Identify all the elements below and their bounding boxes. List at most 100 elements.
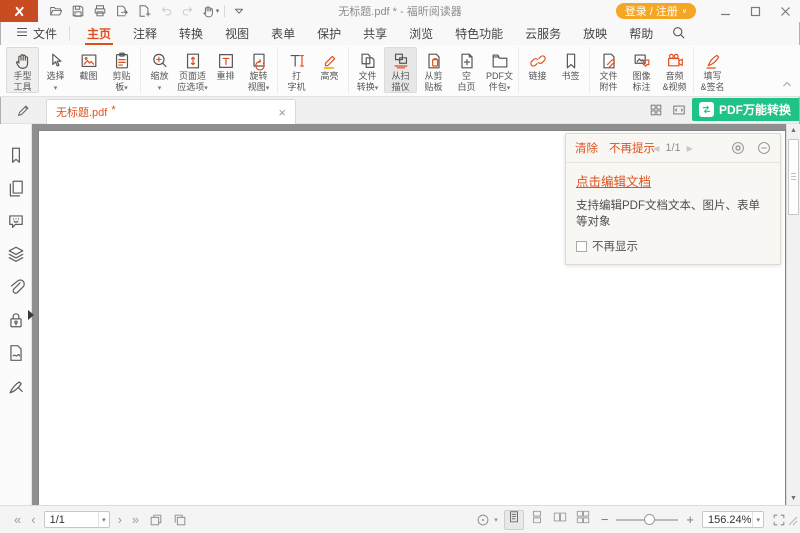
- ribbon-blank-page-button[interactable]: 空 白页: [450, 47, 483, 93]
- export-icon[interactable]: [112, 2, 132, 20]
- tab-close-icon[interactable]: ×: [278, 106, 286, 119]
- scroll-up-icon[interactable]: ▲: [787, 127, 800, 134]
- dont-show-checkbox[interactable]: 不再显示: [576, 238, 770, 254]
- ribbon-reflow-button[interactable]: 重排: [209, 47, 242, 93]
- ribbon-from-clipboard-button[interactable]: 从剪 贴板: [417, 47, 450, 93]
- collapse-ribbon-button[interactable]: [782, 75, 792, 93]
- ribbon-page-fit-button[interactable]: 页面适 应选项▾: [176, 47, 209, 93]
- app-logo-icon[interactable]: [0, 0, 38, 22]
- save-icon[interactable]: [68, 2, 88, 20]
- menu-tab-共享[interactable]: 共享: [352, 22, 398, 45]
- menu-tab-保护[interactable]: 保护: [306, 22, 352, 45]
- ribbon-pdf-package-button[interactable]: PDF文 件包▾: [483, 47, 516, 93]
- ribbon-typewriter-button[interactable]: 打 字机: [280, 47, 313, 93]
- menu-tab-转换[interactable]: 转换: [168, 22, 214, 45]
- ribbon-audio-video-button[interactable]: 音频 &视频: [658, 47, 691, 93]
- menu-tab-放映[interactable]: 放映: [572, 22, 618, 45]
- menu-tab-特色功能[interactable]: 特色功能: [444, 22, 514, 45]
- prev-page-button[interactable]: ‹: [29, 513, 37, 526]
- login-register-button[interactable]: 登录 / 注册 ∨: [616, 3, 696, 19]
- chevron-down-icon[interactable]: ▾: [752, 512, 763, 527]
- last-page-button[interactable]: »: [130, 513, 141, 526]
- ribbon-fill-sign-button[interactable]: 填写 &签名: [696, 47, 729, 93]
- chevron-down-icon[interactable]: ▾: [494, 516, 498, 524]
- scroll-mode-icon[interactable]: [474, 511, 492, 529]
- document-area[interactable]: 清除 不再提示 ◀ 1/1 ▶: [32, 124, 800, 505]
- scrollbar-thumb[interactable]: [788, 139, 799, 215]
- checkbox-icon[interactable]: [576, 241, 587, 252]
- ribbon-attachment-button[interactable]: 文件 附件: [592, 47, 625, 93]
- menu-tab-表单[interactable]: 表单: [260, 22, 306, 45]
- zoom-slider[interactable]: [616, 512, 678, 528]
- menu-tab-视图[interactable]: 视图: [214, 22, 260, 45]
- next-page-button[interactable]: ›: [116, 513, 124, 526]
- minimize-button[interactable]: [710, 0, 740, 22]
- chevron-down-icon[interactable]: ▾: [98, 512, 109, 527]
- ribbon-hand-button[interactable]: 手型 工具: [6, 47, 39, 93]
- menu-tab-注释[interactable]: 注释: [122, 22, 168, 45]
- continuous-facing-button[interactable]: [573, 510, 593, 530]
- ribbon-image-annotation-button[interactable]: 图像 标注: [625, 47, 658, 93]
- minimize-tip-icon[interactable]: [757, 141, 771, 155]
- multi-tab-grid-icon[interactable]: [646, 97, 666, 123]
- sidebar-expand-handle[interactable]: [28, 310, 34, 320]
- clear-button[interactable]: 清除: [575, 140, 598, 156]
- sidebar-layers-button[interactable]: [7, 245, 25, 263]
- vertical-scrollbar[interactable]: ▲ ▼: [786, 124, 800, 505]
- ribbon-highlight-button[interactable]: 高亮: [313, 47, 346, 93]
- zoom-in-button[interactable]: +: [684, 512, 696, 527]
- zoom-slider-handle[interactable]: [644, 514, 655, 525]
- ribbon-scanner-button[interactable]: 从扫 描仪: [384, 47, 417, 93]
- menu-tab-云服务[interactable]: 云服务: [514, 22, 572, 45]
- next-view-icon[interactable]: [171, 511, 189, 529]
- ribbon-clipboard-button[interactable]: 剪贴 板▾: [105, 47, 138, 93]
- maximize-button[interactable]: [740, 0, 770, 22]
- ribbon-select-button[interactable]: 选择 ▾: [39, 47, 72, 93]
- pdf-convert-button[interactable]: PDF万能转换: [692, 98, 800, 121]
- zoom-level-select[interactable]: 156.24% ▾: [702, 511, 764, 528]
- single-page-button[interactable]: [504, 510, 524, 530]
- new-page-icon[interactable]: [134, 2, 154, 20]
- ribbon-snapshot-button[interactable]: 截图: [72, 47, 105, 93]
- sidebar-page-thumbnails-button[interactable]: [7, 179, 25, 197]
- hand-select-icon[interactable]: ▾: [200, 2, 220, 20]
- scroll-down-icon[interactable]: ▼: [787, 495, 800, 502]
- ribbon-file-convert-button[interactable]: 文件 转换▾: [351, 47, 384, 93]
- document-tab[interactable]: 无标题.pdf * ×: [46, 99, 296, 124]
- file-menu-button[interactable]: 文件: [10, 22, 63, 45]
- menu-tab-浏览[interactable]: 浏览: [398, 22, 444, 45]
- tab-switch-icon[interactable]: [669, 97, 689, 123]
- undo-icon[interactable]: [156, 2, 176, 20]
- customize-toolbar-button[interactable]: [229, 2, 249, 20]
- open-folder-icon[interactable]: [46, 2, 66, 20]
- prev-tip-icon[interactable]: ◀: [653, 144, 659, 153]
- sidebar-digital-signatures-button[interactable]: [7, 344, 25, 362]
- next-tip-icon[interactable]: ▶: [687, 144, 693, 153]
- edit-document-link[interactable]: 点击编辑文档: [576, 171, 770, 190]
- ribbon-rotate-view-button[interactable]: 旋转 视图▾: [242, 47, 275, 93]
- print-icon[interactable]: [90, 2, 110, 20]
- continuous-page-button[interactable]: [527, 510, 547, 530]
- sidebar-security-button[interactable]: [7, 311, 25, 329]
- ribbon-link-button[interactable]: 链接: [521, 47, 554, 93]
- resize-grip[interactable]: [788, 513, 798, 531]
- sidebar-sign-button[interactable]: [7, 377, 25, 395]
- dont-remind-button[interactable]: 不再提示: [609, 140, 655, 156]
- edit-pencil-icon[interactable]: [0, 97, 46, 123]
- menu-tab-帮助[interactable]: 帮助: [618, 22, 664, 45]
- sidebar-bookmarks-button[interactable]: [7, 146, 25, 164]
- first-page-button[interactable]: «: [12, 513, 23, 526]
- sidebar-comments-button[interactable]: [7, 212, 25, 230]
- search-button[interactable]: [664, 22, 693, 45]
- zoom-out-button[interactable]: −: [599, 512, 611, 527]
- sidebar-attachments-button[interactable]: [7, 278, 25, 296]
- ribbon-zoom-button[interactable]: 缩放 ▾: [143, 47, 176, 93]
- fullscreen-icon[interactable]: [770, 511, 788, 529]
- previous-view-icon[interactable]: [147, 511, 165, 529]
- facing-page-button[interactable]: [550, 510, 570, 530]
- page-number-input[interactable]: 1/1 ▾: [44, 511, 110, 528]
- close-button[interactable]: [770, 0, 800, 22]
- menu-tab-主页[interactable]: 主页: [76, 22, 122, 45]
- settings-gear-icon[interactable]: [731, 141, 745, 155]
- redo-icon[interactable]: [178, 2, 198, 20]
